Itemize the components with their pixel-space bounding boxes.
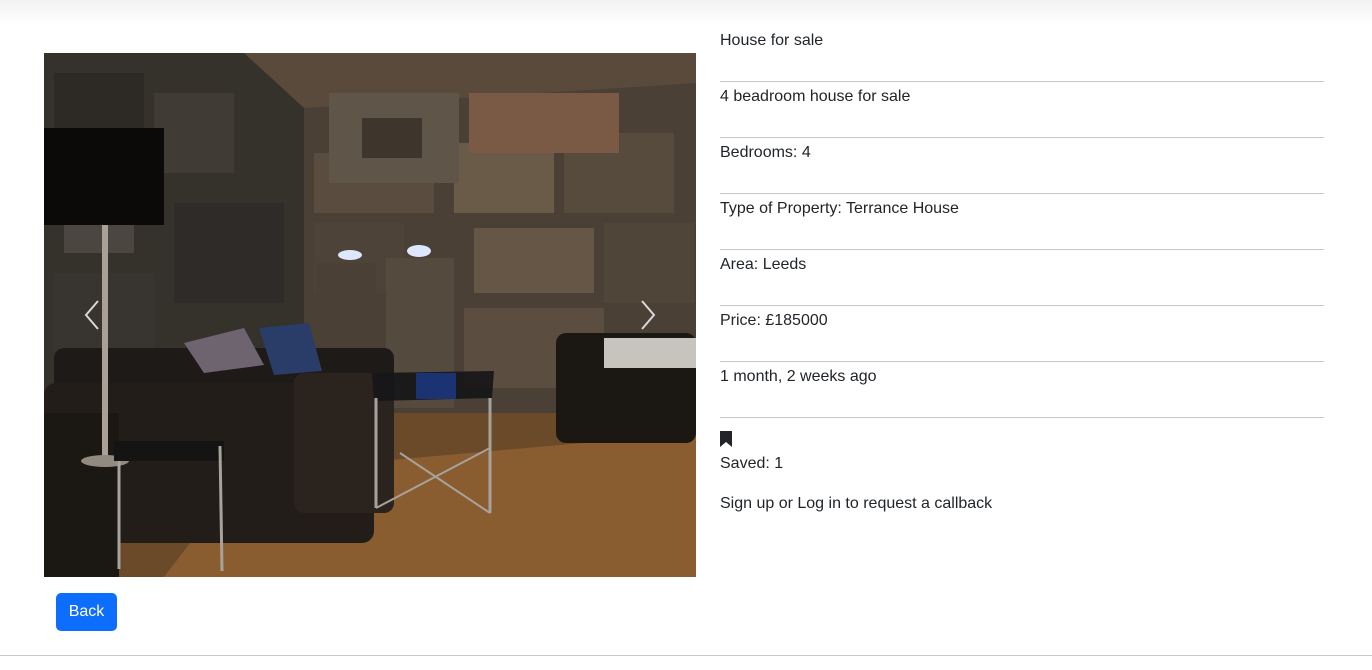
back-button[interactable]: Back [56, 593, 117, 631]
bookmark-icon[interactable] [720, 431, 732, 447]
callback-prompt: Sign up or Log in to request a callback [720, 495, 993, 512]
listing-title-row: House for sale [720, 26, 1324, 82]
area-row: Area: Leeds [720, 250, 1324, 306]
listing-description-row: 4 beadroom house for sale [720, 82, 1324, 138]
image-carousel[interactable] [44, 53, 696, 577]
price-row: Price: £185000 [720, 306, 1324, 362]
saved-count: Saved: 1 [720, 455, 784, 472]
chevron-right-icon [641, 300, 656, 330]
price-text: Price: £185000 [720, 312, 828, 329]
bedrooms-text: Bedrooms: 4 [720, 144, 811, 161]
chevron-left-icon [84, 300, 99, 330]
property-type-row: Type of Property: Terrance House [720, 194, 1324, 250]
listing-description: 4 beadroom house for sale [720, 88, 911, 105]
posted-row: 1 month, 2 weeks ago [720, 362, 1324, 418]
carousel-next-button[interactable] [600, 53, 696, 577]
property-photo [44, 53, 696, 577]
area-text: Area: Leeds [720, 256, 807, 273]
property-type-text: Type of Property: Terrance House [720, 200, 959, 217]
bedrooms-row: Bedrooms: 4 [720, 138, 1324, 194]
carousel-prev-button[interactable] [44, 53, 140, 577]
listing-title: House for sale [720, 32, 824, 49]
header-shadow [0, 0, 1372, 26]
footer-divider [0, 655, 1372, 656]
listing-details: House for sale 4 beadroom house for sale… [720, 26, 1324, 418]
posted-date: 1 month, 2 weeks ago [720, 368, 877, 385]
